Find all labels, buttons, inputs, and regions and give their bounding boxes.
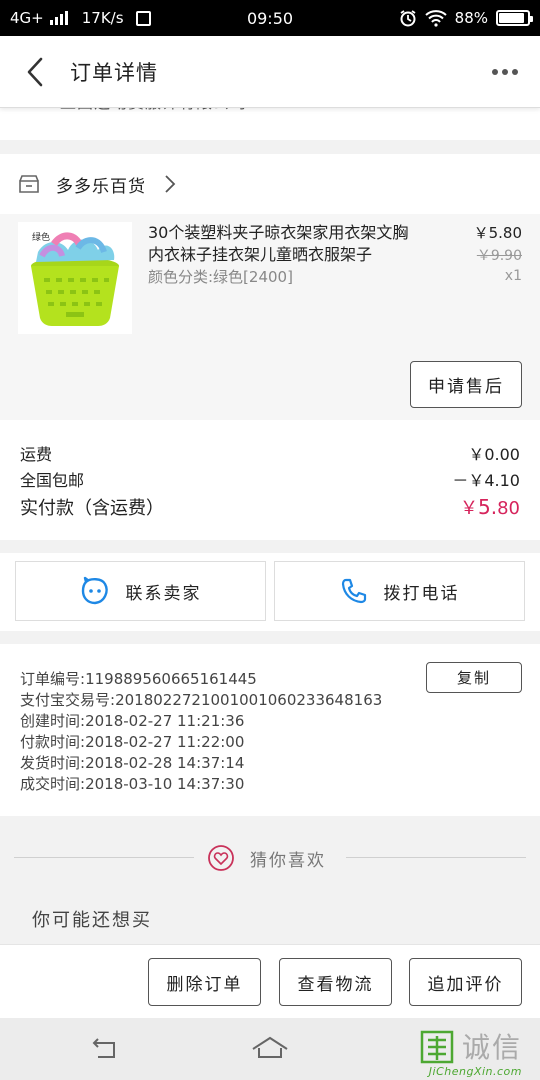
call-label: 拨打电话 (383, 583, 460, 604)
free-shipping-row: 全国包邮 －￥4.10 (20, 466, 520, 492)
product-card: 绿色 30个装塑料夹子晾衣架家用衣架文胸内衣袜子挂衣架儿童晒衣服架子 颜色分类:… (0, 214, 540, 420)
add-review-button[interactable]: 追加评价 (409, 958, 522, 1006)
paid-time-value: 2018-02-27 11:22:00 (85, 732, 245, 751)
fee-summary: 运费 ￥0.00 全国包邮 －￥4.10 实付款（含运费） ￥5.80 (0, 420, 540, 540)
total-cents: 80 (497, 498, 520, 519)
page-title: 订单详情 (70, 60, 158, 85)
heart-circle-icon (208, 845, 234, 871)
product-title[interactable]: 30个装塑料夹子晾衣架家用衣架文胸内衣袜子挂衣架儿童晒衣服架子 (148, 222, 418, 266)
product-thumbnail[interactable]: 绿色 (18, 222, 132, 334)
notification-icon (135, 10, 151, 26)
order-info: 订单编号: 119889560665161445 支付宝交易号: 201802272… (0, 644, 540, 816)
status-bar: 4G+ 17K/s 09:50 88% (0, 0, 540, 36)
order-info-row: 发货时间: 2018-02-28 14:37:14 (20, 752, 520, 773)
call-button[interactable]: 拨打电话 (274, 561, 525, 621)
divider-right (346, 857, 526, 858)
shipped-time-value: 2018-02-28 14:37:14 (85, 753, 245, 772)
more-menu-button[interactable] (470, 36, 540, 108)
battery-icon (496, 10, 533, 26)
shipping-row: 运费 ￥0.00 (20, 440, 520, 466)
watermark-site: JiChengXin.com (428, 1065, 522, 1078)
order-info-row: 成交时间: 2018-03-10 14:37:30 (20, 773, 520, 794)
shop-row[interactable]: 多多乐百货 (0, 154, 540, 214)
order-number-value: 119889560665161445 (85, 669, 257, 688)
bottom-actions: 删除订单 查看物流 追加评价 (0, 944, 540, 1018)
created-time-label: 创建时间: (20, 712, 86, 730)
product-spec: 颜色分类:绿色[2400] (148, 268, 293, 286)
total-row: 实付款（含运费） ￥5.80 (20, 492, 520, 522)
basket-image (31, 232, 119, 326)
signal-icon (49, 11, 68, 25)
system-nav-bar: 诚信 JiChengXin.com (0, 1018, 540, 1080)
app-header: 订单详情 (0, 36, 540, 108)
product-original-price: ￥9.90 (476, 248, 522, 264)
shipping-value: ￥0.00 (468, 445, 520, 464)
total-label: 实付款（含运费） (20, 498, 164, 519)
order-info-row: 创建时间: 2018-02-27 11:21:36 (20, 710, 520, 731)
watermark-mark-icon (420, 1030, 454, 1064)
order-number-label: 订单编号: (20, 670, 86, 688)
recommend-subheading: 你可能还想买 (32, 910, 152, 931)
total-main: 5. (478, 495, 498, 519)
battery-percent: 88% (454, 9, 488, 27)
chat-face-icon (81, 576, 108, 605)
created-time-value: 2018-02-27 11:21:36 (85, 711, 245, 730)
contact-seller-button[interactable]: 联系卖家 (15, 561, 266, 621)
chevron-left-icon (27, 57, 43, 86)
alarm-icon (400, 10, 416, 27)
divider-left (14, 857, 194, 858)
completed-time-value: 2018-03-10 14:37:30 (85, 774, 245, 793)
chevron-right-icon (165, 175, 176, 193)
order-info-row: 付款时间: 2018-02-27 11:22:00 (20, 731, 520, 752)
total-currency: ￥ (460, 498, 478, 519)
recommend-section: 猜你喜欢 你可能还想买 (0, 816, 540, 944)
product-quantity: x1 (504, 268, 522, 284)
view-logistics-button[interactable]: 查看物流 (279, 958, 392, 1006)
more-dots-icon (492, 68, 518, 75)
completed-time-label: 成交时间: (20, 775, 86, 793)
shipped-time-label: 发货时间: (20, 754, 86, 772)
phone-icon (341, 578, 366, 604)
paid-time-label: 付款时间: (20, 733, 86, 751)
back-nav-icon[interactable] (90, 1037, 120, 1061)
wifi-icon (424, 10, 447, 27)
copy-order-number-button[interactable]: 复制 (426, 662, 522, 693)
delete-order-button[interactable]: 删除订单 (148, 958, 261, 1006)
watermark-logo: 诚信 JiChengXin.com (418, 1028, 534, 1078)
free-shipping-value: －￥4.10 (452, 471, 520, 490)
shop-name: 多多乐百货 (56, 176, 146, 197)
free-shipping-label: 全国包邮 (20, 471, 85, 490)
product-price: ￥5.80 (473, 224, 522, 242)
store-icon (19, 175, 39, 193)
back-button[interactable] (0, 36, 70, 108)
network-type: 4G+ (10, 9, 44, 27)
contact-section: 联系卖家 拨打电话 (0, 553, 540, 631)
alipay-trade-label: 支付宝交易号: (20, 691, 116, 709)
alipay-trade-value: 2018022721001001060233648163 (115, 690, 383, 709)
network-speed: 17K/s (81, 9, 124, 27)
contact-seller-label: 联系卖家 (125, 583, 202, 604)
watermark-brand: 诚信 (462, 1031, 523, 1064)
after-sale-button[interactable]: 申请售后 (410, 361, 522, 408)
home-nav-icon[interactable] (250, 1035, 290, 1061)
recommend-heading: 猜你喜欢 (250, 851, 326, 871)
shipping-label: 运费 (20, 445, 53, 464)
total-value: ￥5.80 (460, 494, 520, 520)
